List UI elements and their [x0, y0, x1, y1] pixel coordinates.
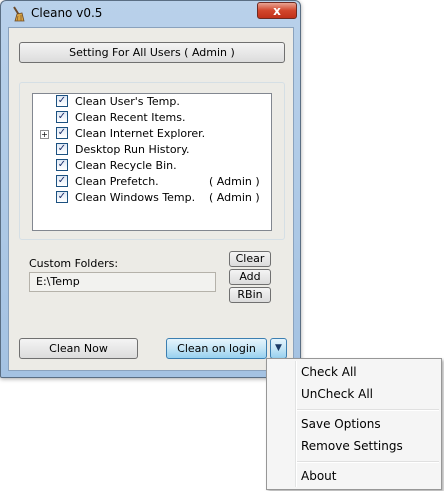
tree-item-label: Desktop Run History. — [75, 143, 190, 156]
menu-item-save-options[interactable]: Save Options — [301, 417, 381, 431]
tree-item-users-temp[interactable]: ✓ Clean User's Temp. — [33, 94, 271, 110]
menu-separator — [297, 461, 439, 463]
add-label: Add — [239, 270, 261, 283]
clear-label: Clear — [235, 252, 265, 265]
checkbox-recycle-bin[interactable]: ✓ — [56, 159, 68, 171]
menu-item-remove-settings[interactable]: Remove Settings — [301, 439, 403, 453]
tree-item-label: Clean Windows Temp. — [75, 191, 196, 204]
clear-button[interactable]: Clear — [229, 251, 271, 267]
menu-icon-gutter — [295, 361, 297, 487]
clean-now-label: Clean Now — [49, 342, 108, 355]
client-area: Setting For All Users ( Admin ) ✓ Clean … — [8, 27, 294, 371]
checkbox-internet-explorer[interactable]: ✓ — [56, 127, 68, 139]
admin-tag: ( Admin ) — [209, 175, 260, 188]
clean-now-button[interactable]: Clean Now — [19, 338, 138, 359]
checkbox-users-temp[interactable]: ✓ — [56, 95, 68, 107]
close-button[interactable]: x — [257, 2, 297, 19]
checkbox-prefetch[interactable]: ✓ — [56, 175, 68, 187]
menu-item-uncheck-all[interactable]: UnCheck All — [301, 387, 373, 401]
menu-item-about[interactable]: About — [301, 469, 336, 483]
options-context-menu: Check All UnCheck All Save Options Remov… — [266, 358, 442, 490]
checkbox-run-history[interactable]: ✓ — [56, 143, 68, 155]
admin-tag: ( Admin ) — [209, 191, 260, 204]
tree-item-internet-explorer[interactable]: + ✓ Clean Internet Explorer. — [33, 126, 271, 142]
add-button[interactable]: Add — [229, 269, 271, 285]
down-arrow-icon: ▼ — [275, 343, 282, 353]
menu-item-check-all[interactable]: Check All — [301, 365, 357, 379]
tree-item-label: Clean User's Temp. — [75, 95, 180, 108]
tree-item-run-history[interactable]: ✓ Desktop Run History. — [33, 142, 271, 158]
tree-item-prefetch[interactable]: ✓ Clean Prefetch. ( Admin ) — [33, 174, 271, 190]
tree-item-label: Clean Prefetch. — [75, 175, 159, 188]
tree-item-recent-items[interactable]: ✓ Clean Recent Items. — [33, 110, 271, 126]
clean-options-tree: ✓ Clean User's Temp. ✓ Clean Recent Item… — [32, 93, 272, 231]
settings-all-users-label: Setting For All Users ( Admin ) — [69, 46, 235, 59]
custom-folders-label: Custom Folders: — [29, 257, 119, 270]
dropdown-button[interactable]: ▼ — [270, 338, 287, 359]
cleano-window: Cleano v0.5 x Setting For All Users ( Ad… — [0, 0, 301, 378]
tree-item-windows-temp[interactable]: ✓ Clean Windows Temp. ( Admin ) — [33, 190, 271, 206]
rbin-label: RBin — [237, 288, 263, 301]
clean-on-login-label: Clean on login — [177, 342, 256, 355]
tree-item-label: Clean Internet Explorer. — [75, 127, 206, 140]
tree-item-recycle-bin[interactable]: ✓ Clean Recycle Bin. — [33, 158, 271, 174]
rbin-button[interactable]: RBin — [229, 287, 271, 303]
tree-item-label: Clean Recent Items. — [75, 111, 186, 124]
checkbox-windows-temp[interactable]: ✓ — [56, 191, 68, 203]
broom-icon — [13, 6, 25, 22]
menu-separator — [297, 409, 439, 411]
tree-item-label: Clean Recycle Bin. — [75, 159, 177, 172]
plus-expander-icon[interactable]: + — [40, 130, 49, 139]
settings-all-users-button[interactable]: Setting For All Users ( Admin ) — [19, 42, 285, 63]
custom-folder-field[interactable]: E:\Temp — [29, 272, 216, 292]
clean-on-login-button[interactable]: Clean on login — [166, 338, 267, 359]
window-title: Cleano v0.5 — [31, 6, 103, 20]
title-bar[interactable]: Cleano v0.5 x — [1, 1, 300, 27]
checkbox-recent-items[interactable]: ✓ — [56, 111, 68, 123]
